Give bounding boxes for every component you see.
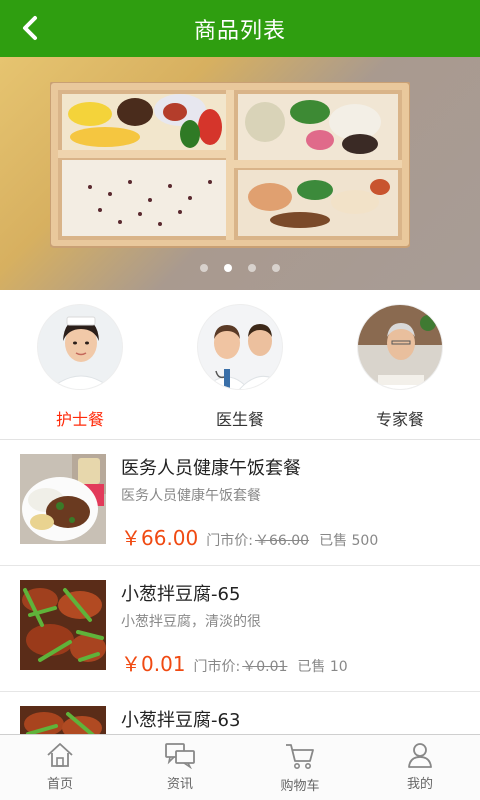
tab-profile[interactable]: 我的: [360, 735, 480, 800]
category-expert-meal[interactable]: 专家餐: [320, 290, 480, 439]
category-doctor-meal[interactable]: 医生餐: [160, 290, 320, 439]
carousel-dot-active[interactable]: [224, 264, 232, 272]
product-item[interactable]: 小葱拌豆腐-63: [0, 692, 480, 734]
category-label: 医生餐: [215, 410, 264, 429]
chevron-left-icon: [23, 16, 37, 40]
bento-box-image: [50, 82, 410, 248]
carousel-indicator: [0, 264, 480, 272]
product-description: 医务人员健康午饭套餐: [121, 488, 261, 504]
product-price: ￥66.00: [121, 526, 199, 550]
back-button[interactable]: [14, 12, 46, 44]
carousel-dot[interactable]: [200, 264, 208, 272]
user-icon: [408, 743, 432, 768]
banner-carousel[interactable]: [0, 57, 480, 290]
carousel-dot[interactable]: [272, 264, 280, 272]
product-thumbnail: [20, 706, 106, 734]
sold-count: 已售 500: [319, 533, 379, 549]
chat-icon: [165, 743, 195, 769]
category-label: 专家餐: [375, 410, 424, 429]
tab-home[interactable]: 首页: [0, 735, 120, 800]
product-price: ￥0.01: [121, 652, 186, 676]
tab-label: 我的: [406, 777, 433, 792]
cart-icon: [286, 744, 314, 769]
tab-label: 资讯: [166, 777, 193, 792]
carousel-dot[interactable]: [248, 264, 256, 272]
product-list: 医务人员健康午饭套餐 医务人员健康午饭套餐 ￥66.00 门市价: ￥66.00…: [0, 440, 480, 734]
doctor-avatar: [197, 304, 283, 390]
product-thumbnail: [20, 580, 106, 670]
market-price-label: 门市价:: [206, 533, 253, 549]
product-name: 医务人员健康午饭套餐: [121, 458, 301, 479]
tab-label: 首页: [46, 777, 73, 792]
category-nurse-meal[interactable]: 护士餐: [0, 290, 160, 439]
home-icon: [47, 743, 73, 767]
header-bar: 商品列表: [0, 0, 480, 57]
tab-cart[interactable]: 购物车: [240, 735, 360, 800]
market-price: ￥66.00: [254, 533, 310, 549]
bottom-tab-bar: 首页 资讯 购物车 我的: [0, 734, 480, 800]
price-line: ￥66.00 门市价: ￥66.00 已售 500: [121, 522, 378, 551]
category-row: 护士餐 医生餐 专家餐: [0, 290, 480, 440]
page-title: 商品列表: [193, 18, 286, 44]
product-description: 小葱拌豆腐，清淡的很: [121, 614, 261, 630]
product-name: 小葱拌豆腐-65: [121, 584, 241, 605]
sold-count: 已售 10: [297, 659, 348, 675]
category-label: 护士餐: [55, 410, 104, 429]
price-line: ￥0.01 门市价: ￥0.01 已售 10: [121, 648, 348, 677]
expert-avatar: [357, 304, 443, 390]
product-item[interactable]: 小葱拌豆腐-65 小葱拌豆腐，清淡的很 ￥0.01 门市价: ￥0.01 已售 …: [0, 566, 480, 692]
product-item[interactable]: 医务人员健康午饭套餐 医务人员健康午饭套餐 ￥66.00 门市价: ￥66.00…: [0, 440, 480, 566]
product-thumbnail: [20, 454, 106, 544]
market-price-label: 门市价:: [193, 659, 241, 675]
tab-label: 购物车: [280, 779, 320, 794]
tab-news[interactable]: 资讯: [120, 735, 240, 800]
nurse-avatar: [37, 304, 123, 390]
market-price: ￥0.01: [242, 659, 288, 675]
product-name: 小葱拌豆腐-63: [121, 710, 241, 731]
